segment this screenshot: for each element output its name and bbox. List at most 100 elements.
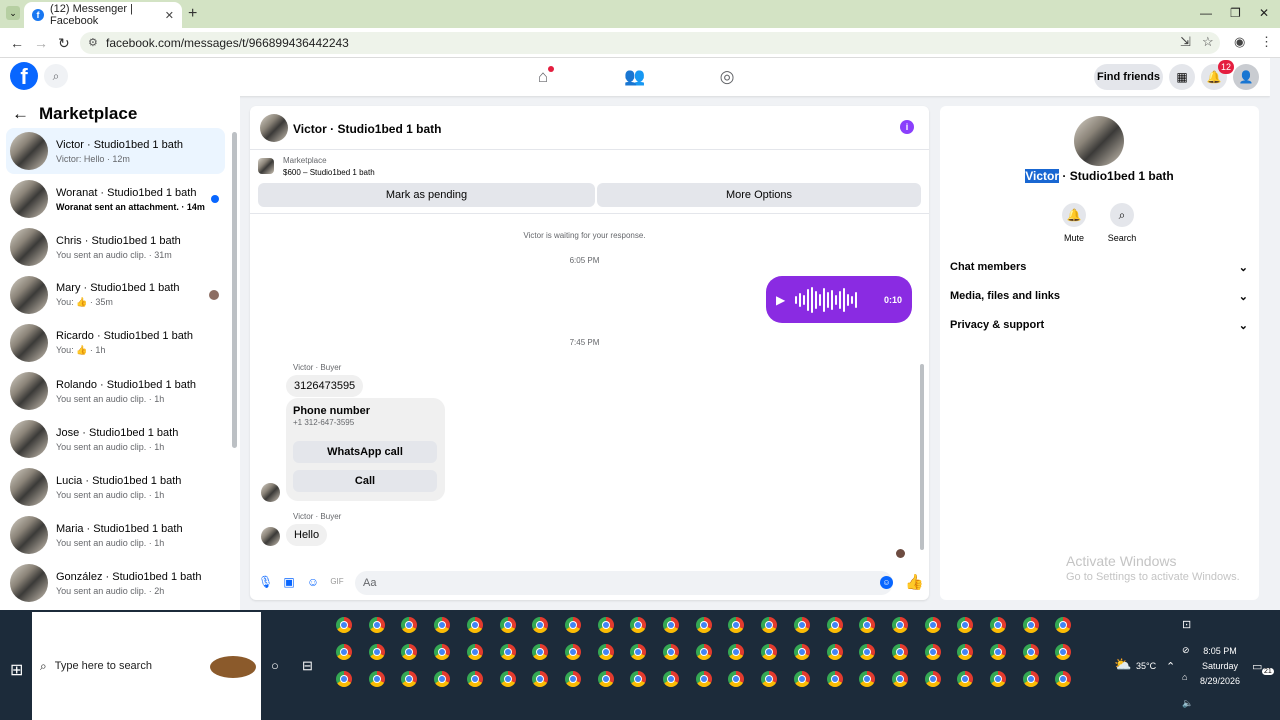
minimize-button[interactable]: — <box>1200 6 1212 20</box>
clock-day[interactable]: Saturday <box>1202 661 1238 671</box>
chrome-app-icon[interactable] <box>793 644 810 660</box>
chat-members-accordion[interactable]: Chat members ⌄ <box>950 261 1248 274</box>
chrome-app-icon[interactable] <box>663 644 679 660</box>
chrome-app-icon[interactable] <box>499 617 516 633</box>
chrome-app-icon[interactable] <box>597 617 614 633</box>
friends-icon[interactable]: 👥 <box>624 66 646 88</box>
chrome-app-icon[interactable] <box>532 617 549 633</box>
chrome-app-icon[interactable] <box>728 644 745 660</box>
chrome-app-icon[interactable] <box>728 671 745 687</box>
chrome-app-icon[interactable] <box>532 644 549 660</box>
chrome-app-icon[interactable] <box>695 671 712 687</box>
chrome-app-icon[interactable] <box>1022 671 1039 687</box>
new-tab-button[interactable]: + <box>188 5 197 23</box>
chrome-app-icon[interactable] <box>336 671 352 687</box>
chrome-app-icon[interactable] <box>336 644 352 660</box>
chrome-app-icon[interactable] <box>859 617 876 633</box>
taskbar-search[interactable]: ⌕ Type here to search <box>32 612 261 720</box>
privacy-support-accordion[interactable]: Privacy & support ⌄ <box>950 319 1248 332</box>
message-bubble[interactable]: Hello <box>286 524 328 546</box>
gif-icon[interactable]: GIF <box>330 575 344 589</box>
media-files-accordion[interactable]: Media, files and links ⌄ <box>950 290 1248 303</box>
info-icon[interactable]: i <box>900 120 914 134</box>
chrome-app-icon[interactable] <box>826 644 843 660</box>
chrome-app-icon[interactable] <box>695 617 712 633</box>
conversation-item[interactable]: Victor · Studio1bed 1 bath Victor: Hello… <box>6 128 225 174</box>
chrome-app-icon[interactable] <box>368 671 385 687</box>
chrome-app-icon[interactable] <box>924 617 941 633</box>
chrome-app-icon[interactable] <box>401 671 418 687</box>
search-icon[interactable]: ⌕ <box>44 64 68 88</box>
chrome-app-icon[interactable] <box>990 617 1006 633</box>
chrome-app-icon[interactable] <box>793 671 810 687</box>
more-options-button[interactable]: More Options <box>597 183 921 207</box>
whatsapp-call-button[interactable]: WhatsApp call <box>293 441 437 463</box>
chrome-app-icon[interactable] <box>695 644 712 660</box>
reload-button[interactable]: ↻ <box>58 35 70 52</box>
chrome-app-icon[interactable] <box>859 671 876 687</box>
chrome-app-icon[interactable] <box>434 617 451 633</box>
chrome-app-icon[interactable] <box>663 617 679 633</box>
weather-icon[interactable]: ⛅ <box>1114 656 1131 673</box>
chrome-app-icon[interactable] <box>466 617 483 633</box>
notification-center-icon[interactable]: ▭ <box>1252 660 1262 673</box>
chat-scrollbar[interactable] <box>920 364 924 550</box>
clock-time[interactable]: 8:05 PM <box>1202 646 1238 656</box>
message-bubble[interactable]: 3126473595 <box>286 375 364 397</box>
chrome-app-icon[interactable] <box>728 617 745 633</box>
chrome-app-icon[interactable] <box>564 671 581 687</box>
chrome-app-icon[interactable] <box>630 644 647 660</box>
volume-icon[interactable]: 🔈 <box>1182 698 1193 709</box>
thumbs-up-icon[interactable]: 👍 <box>905 573 924 591</box>
menu-grid-icon[interactable]: ▦ <box>1169 64 1195 90</box>
conversation-item[interactable]: Jose · Studio1bed 1 bath You sent an aud… <box>6 416 225 462</box>
call-button[interactable]: Call <box>293 470 437 492</box>
chrome-app-icon[interactable] <box>401 644 418 660</box>
tablet-mode-icon[interactable]: ⊡ <box>1182 618 1191 631</box>
chrome-app-icon[interactable] <box>1022 644 1039 660</box>
chrome-app-icon[interactable] <box>434 671 451 687</box>
close-window-button[interactable]: ✕ <box>1259 6 1269 20</box>
clock-date[interactable]: 8/29/2026 <box>1197 676 1243 686</box>
chrome-app-icon[interactable] <box>990 671 1006 687</box>
voice-message[interactable]: ▶ 0:10 <box>766 276 912 323</box>
account-avatar[interactable]: 👤 <box>1233 64 1259 90</box>
mute-button[interactable]: 🔔 Mute <box>1054 203 1094 243</box>
chrome-app-icon[interactable] <box>891 617 908 633</box>
chrome-app-icon[interactable] <box>990 644 1006 660</box>
chrome-app-icon[interactable] <box>1055 671 1072 687</box>
restore-button[interactable]: ❐ <box>1230 6 1241 20</box>
photo-icon[interactable]: ▣ <box>282 575 296 589</box>
chrome-app-icon[interactable] <box>1055 617 1072 633</box>
tab-search-button[interactable]: ⌄ <box>6 6 20 20</box>
chrome-app-icon[interactable] <box>1055 644 1072 660</box>
chrome-app-icon[interactable] <box>891 644 908 660</box>
chrome-app-icon[interactable] <box>1022 617 1039 633</box>
chrome-app-icon[interactable] <box>434 644 451 660</box>
chrome-app-icon[interactable] <box>466 644 483 660</box>
conversation-item[interactable]: Mary · Studio1bed 1 bath You: 👍 · 35m <box>6 272 225 318</box>
chrome-app-icon[interactable] <box>630 617 647 633</box>
chrome-app-icon[interactable] <box>663 671 679 687</box>
back-arrow-icon[interactable]: ← <box>12 104 29 124</box>
play-icon[interactable]: ▶ <box>776 293 785 307</box>
sidebar-scrollbar[interactable] <box>232 132 237 448</box>
windows-start-icon[interactable]: ⊞ <box>10 660 23 680</box>
network-off-icon[interactable]: ⊘ <box>1182 645 1190 656</box>
conversation-item[interactable]: Chris · Studio1bed 1 bath You sent an au… <box>6 224 225 270</box>
widgets-icon[interactable]: ⊟ <box>302 658 313 674</box>
chrome-app-icon[interactable] <box>761 671 778 687</box>
chrome-app-icon[interactable] <box>957 671 974 687</box>
chrome-app-icon[interactable] <box>401 617 418 633</box>
sticker-icon[interactable]: ☺ <box>306 575 320 589</box>
chrome-app-icon[interactable] <box>793 617 810 633</box>
conversation-item[interactable]: Rolando · Studio1bed 1 bath You sent an … <box>6 368 225 414</box>
chrome-app-icon[interactable] <box>891 671 908 687</box>
url-field[interactable]: ⚙ facebook.com/messages/t/96689943644224… <box>80 32 1220 54</box>
conversation-item[interactable]: Maria · Studio1bed 1 bath You sent an au… <box>6 512 225 558</box>
message-input[interactable]: Aa <box>355 571 893 595</box>
profile-icon[interactable]: ◉ <box>1234 34 1245 50</box>
chrome-app-icon[interactable] <box>924 671 941 687</box>
page-scrollbar[interactable] <box>1270 58 1280 610</box>
chrome-app-icon[interactable] <box>957 644 974 660</box>
